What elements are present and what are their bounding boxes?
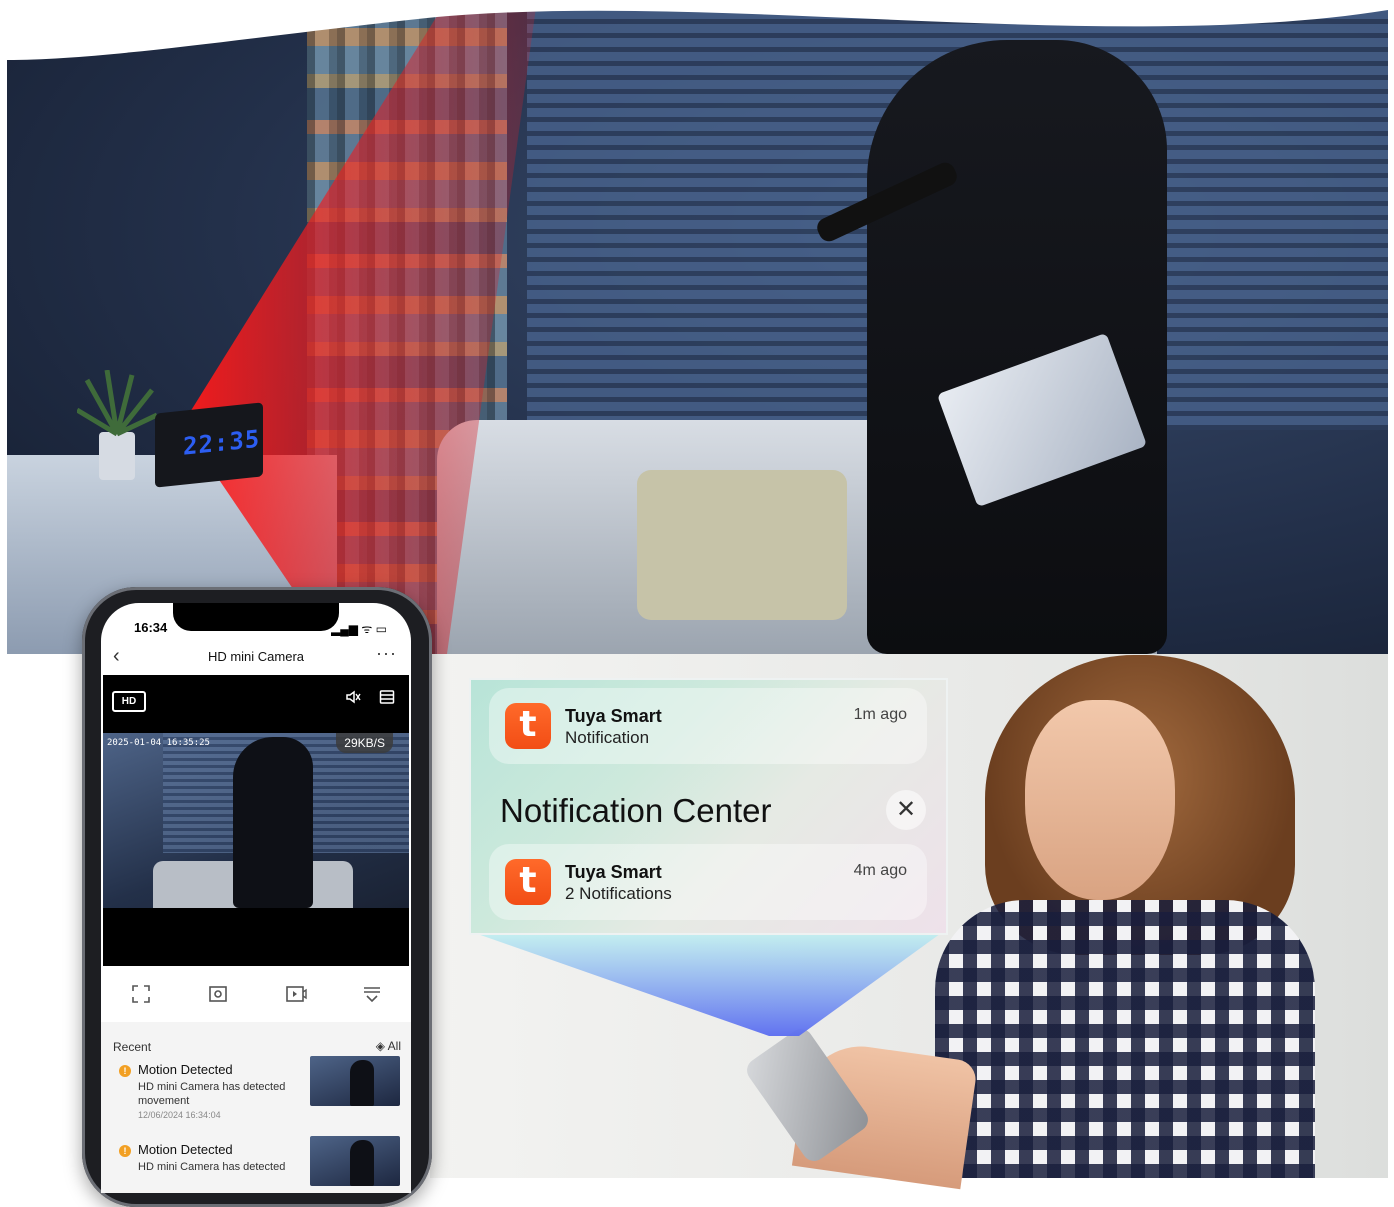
hd-toggle[interactable]: HD — [112, 691, 146, 712]
notification-light-beam — [469, 931, 944, 1036]
more-controls-icon[interactable] — [362, 984, 382, 1009]
clock-camera: 22:35 — [155, 402, 263, 488]
event-description: HD mini Camera has detected movement — [138, 1081, 286, 1107]
more-icon[interactable]: ··· — [376, 643, 397, 664]
notification-time: 4m ago — [853, 862, 907, 879]
tuya-app-icon: t — [505, 703, 551, 749]
top-wave — [7, 0, 1388, 60]
notification-time: 1m ago — [853, 706, 907, 723]
status-icons: ▂▄▆ ᯤ ▭ — [331, 622, 387, 636]
mute-icon[interactable] — [345, 689, 361, 710]
woman-face — [1025, 700, 1175, 900]
event-title: Motion Detected — [138, 1142, 233, 1157]
video-controls — [101, 966, 411, 1022]
close-icon[interactable]: ✕ — [886, 790, 926, 830]
notification-app-name: Tuya Smart — [565, 862, 662, 882]
notification-text: Notification — [565, 728, 650, 747]
notification-card[interactable]: t Tuya Smart 2 Notifications 4m ago — [489, 844, 927, 920]
event-title: Motion Detected — [138, 1062, 233, 1077]
app-header: ‹ HD mini Camera ··· — [101, 643, 411, 673]
clock-display: 22:35 — [183, 424, 261, 461]
notification-center-title: Notification Center — [500, 792, 772, 829]
notification-app-name: Tuya Smart — [565, 706, 662, 726]
tuya-app-icon: t — [505, 859, 551, 905]
phone-notch — [173, 603, 339, 631]
checkered-shirt — [935, 900, 1315, 1178]
video-toolbar: HD — [103, 675, 409, 733]
alert-icon: ! — [119, 1145, 131, 1157]
bitrate-badge: 29KB/S — [336, 733, 393, 753]
burglar-scene-photo: 22:35 — [7, 0, 1388, 654]
status-time: 16:34 — [134, 620, 168, 635]
app-title: HD mini Camera — [207, 649, 305, 664]
video-timestamp: 2025-01-04 16:35:25 — [107, 738, 210, 748]
camera-view-beam — [182, 0, 537, 654]
all-events-link[interactable]: ◈ All — [376, 1039, 401, 1053]
event-thumbnail[interactable] — [310, 1136, 400, 1186]
fullscreen-icon[interactable] — [131, 984, 151, 1009]
list-icon[interactable] — [379, 689, 395, 710]
flashlight-icon — [817, 162, 957, 242]
recent-label: Recent — [113, 1040, 152, 1054]
live-video-feed[interactable]: 2025-01-04 16:35:25 29KB/S — [103, 733, 409, 908]
video-letterbox — [103, 908, 409, 966]
screenshot-icon[interactable] — [208, 984, 228, 1009]
recent-events: Recent ◈ All ! Motion Detected HD mini C… — [101, 1022, 411, 1193]
alert-icon: ! — [119, 1065, 131, 1077]
record-icon[interactable] — [285, 984, 307, 1009]
event-date: 12/06/2024 16:34:04 — [138, 1110, 221, 1120]
notification-text: 2 Notifications — [565, 884, 672, 903]
notification-panel: t Tuya Smart Notification 1m ago Notific… — [469, 678, 948, 935]
event-thumbnail[interactable] — [310, 1056, 400, 1106]
phone-screen: 16:34 ▂▄▆ ᯤ ▭ ‹ HD mini Camera ··· HD 20… — [101, 603, 411, 1193]
notification-card[interactable]: t Tuya Smart Notification 1m ago — [489, 688, 927, 764]
layers-icon: ◈ — [375, 1039, 388, 1053]
hooded-intruder — [867, 40, 1167, 654]
event-description: HD mini Camera has detected — [138, 1161, 286, 1173]
